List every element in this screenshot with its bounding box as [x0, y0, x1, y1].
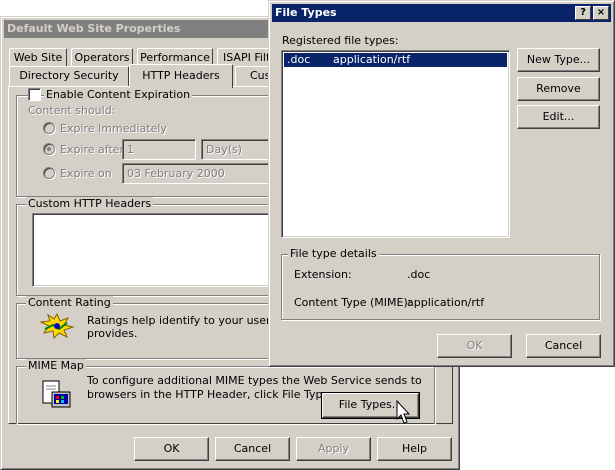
file-types-ok-button[interactable]: OK [437, 334, 512, 358]
registered-file-types-list[interactable]: .doc application/rtf [281, 50, 510, 238]
close-icon[interactable]: × [593, 6, 609, 20]
expire-after-label[interactable]: Expire after [60, 143, 124, 156]
expire-immediately-radio[interactable] [43, 122, 55, 134]
new-type-button[interactable]: New Type... [517, 48, 600, 72]
custom-http-headers-label: Custom HTTP Headers [26, 197, 154, 210]
registered-file-types-label: Registered file types: [282, 34, 399, 47]
content-rating-label: Content Rating [26, 296, 113, 309]
file-types-title-bar: File Types ? × [272, 4, 611, 22]
expire-on-label[interactable]: Expire on [60, 167, 112, 180]
expire-on-radio[interactable] [43, 167, 55, 179]
list-item-extension: .doc [287, 53, 311, 66]
extension-value: .doc [407, 268, 431, 281]
mime-map-label: MIME Map [26, 359, 86, 372]
expire-immediately-label[interactable]: Expire Immediately [60, 122, 167, 135]
content-type-label: Content Type (MIME): [294, 296, 412, 309]
ok-button[interactable]: OK [134, 437, 209, 461]
mime-map-text-2: browsers in the HTTP Header, click File … [87, 388, 339, 401]
apply-button[interactable]: Apply [296, 437, 371, 461]
cancel-button[interactable]: Cancel [215, 437, 290, 461]
file-type-details-group [281, 254, 600, 320]
expire-after-input[interactable]: 1 [122, 139, 196, 160]
enable-content-expiration-checkbox[interactable] [28, 88, 41, 101]
enable-content-expiration-label[interactable]: Enable Content Expiration [44, 88, 193, 101]
file-types-dialog: File Types ? × Registered file types: .d… [268, 0, 615, 367]
mime-map-icon [39, 378, 73, 410]
extension-label: Extension: [294, 268, 352, 281]
tab-directory-security[interactable]: Directory Security [9, 66, 129, 86]
mime-map-text-1: To configure additional MIME types the W… [87, 374, 422, 387]
content-rating-text-2: provides. [87, 327, 138, 340]
properties-title: Default Web Site Properties [7, 22, 181, 35]
content-type-value: application/rtf [407, 296, 485, 309]
tab-operators[interactable]: Operators [71, 48, 133, 68]
remove-button[interactable]: Remove [517, 77, 600, 101]
content-should-label: Content should: [28, 104, 116, 117]
help-button[interactable]: Help [377, 437, 452, 461]
file-types-cancel-button[interactable]: Cancel [526, 334, 601, 358]
file-type-details-label: File type details [288, 247, 379, 260]
expire-on-date-input[interactable]: 03 February 2000 [122, 163, 282, 184]
tab-web-site[interactable]: Web Site [9, 48, 67, 68]
expire-after-radio[interactable] [43, 143, 55, 155]
list-item[interactable]: .doc application/rtf [284, 53, 507, 67]
custom-http-headers-list[interactable] [32, 213, 282, 287]
mouse-cursor-icon [396, 399, 412, 426]
edit-button[interactable]: Edit... [517, 105, 600, 129]
help-question-icon[interactable]: ? [575, 6, 591, 20]
list-item-mime: application/rtf [333, 53, 411, 66]
ratings-icon [39, 312, 75, 340]
tab-http-headers[interactable]: HTTP Headers [129, 64, 233, 88]
file-types-title: File Types [275, 6, 337, 19]
